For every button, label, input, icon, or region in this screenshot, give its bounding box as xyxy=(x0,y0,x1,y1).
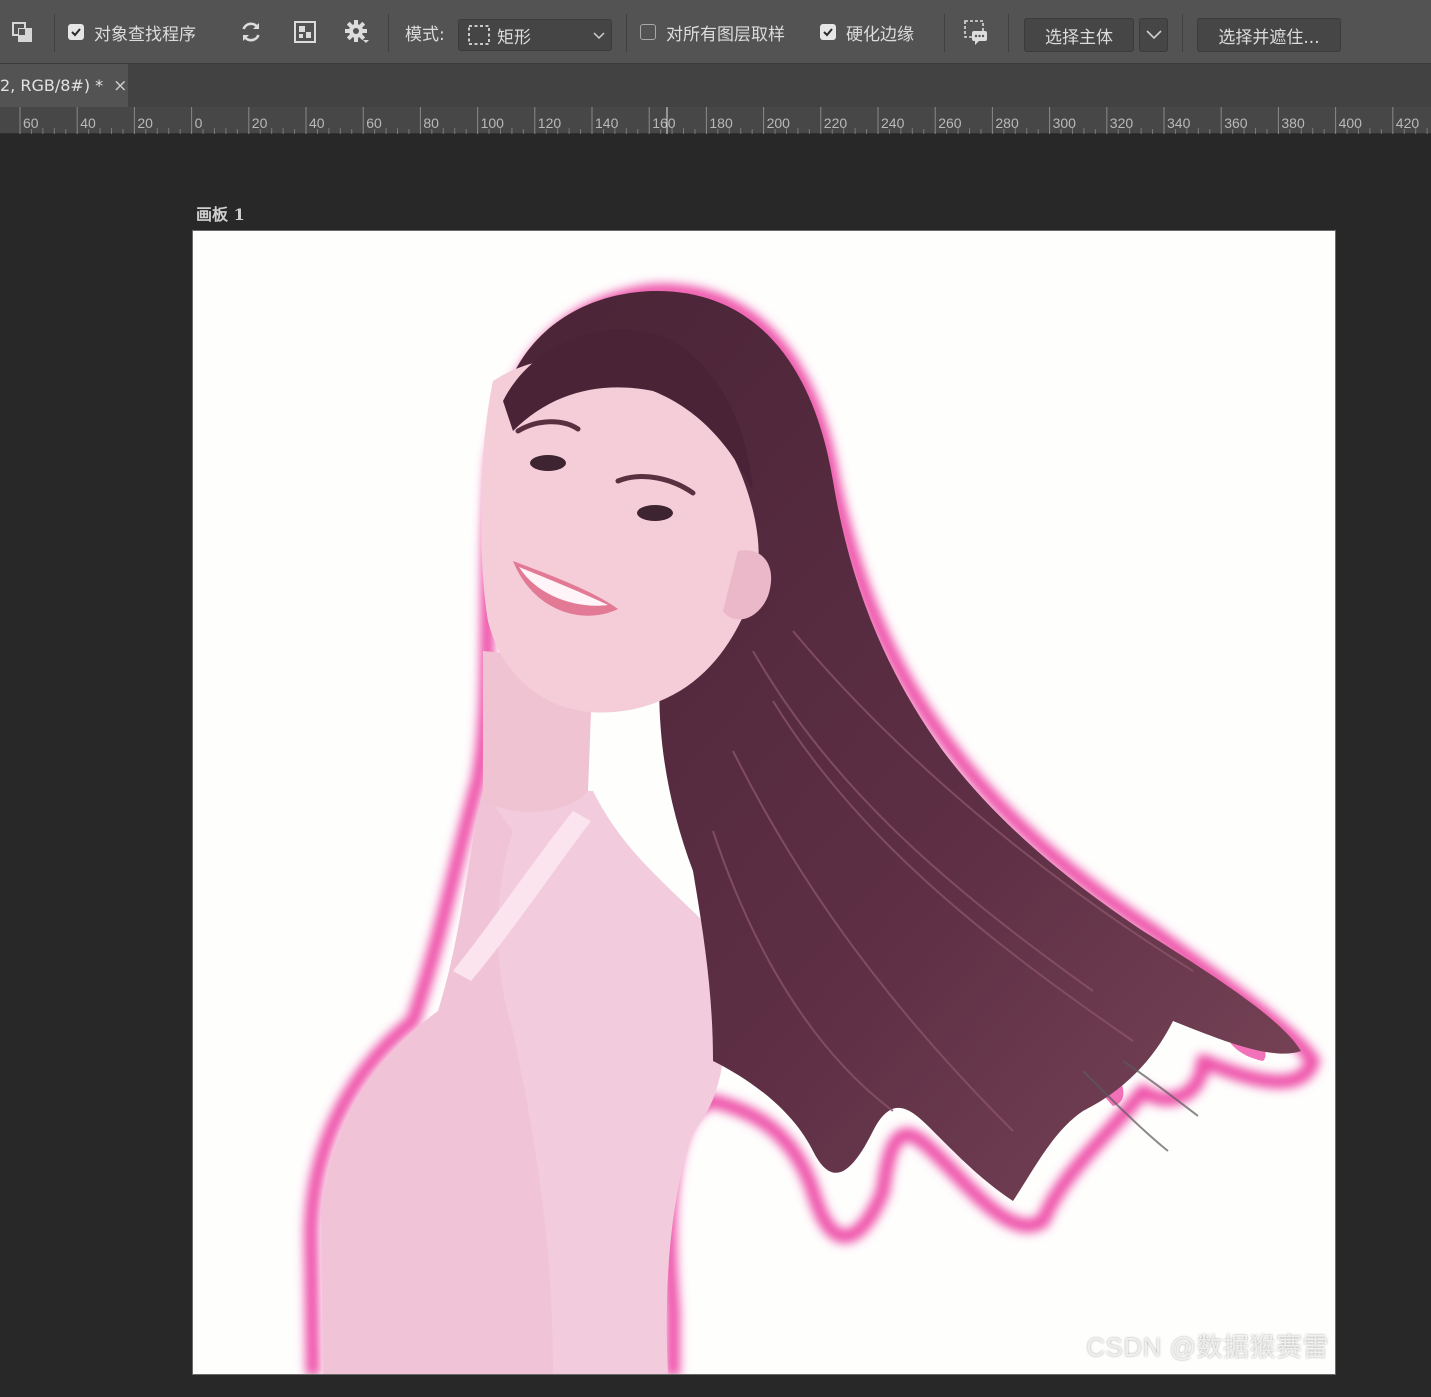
sample-all-layers-label: 对所有图层取样 xyxy=(666,24,785,45)
object-finder-toggle[interactable]: 对象查找程序 xyxy=(68,0,196,64)
ruler-label: 80 xyxy=(423,115,439,131)
gear-icon[interactable] xyxy=(341,16,373,48)
close-icon[interactable]: × xyxy=(113,76,127,96)
ruler-label: 40 xyxy=(80,115,96,131)
object-finder-label: 对象查找程序 xyxy=(94,24,196,45)
ruler-label: 20 xyxy=(137,115,153,131)
mode-select[interactable]: 矩形 xyxy=(458,19,612,51)
artboard-canvas[interactable]: CSDN @数据猴赛雷 xyxy=(192,230,1336,1375)
select-and-mask-label: 选择并遮住... xyxy=(1218,27,1320,48)
ruler-label: 60 xyxy=(23,115,39,131)
select-subject-button[interactable]: 选择主体 xyxy=(1024,18,1134,52)
select-subject-dropdown[interactable] xyxy=(1139,18,1168,52)
hard-edge-checkbox[interactable] xyxy=(820,24,836,40)
selection-mode-icon[interactable] xyxy=(6,16,38,48)
sample-all-layers-checkbox[interactable] xyxy=(640,24,656,40)
document-tab-title: 2, RGB/8#) * xyxy=(0,76,104,95)
portrait-with-quick-mask xyxy=(304,283,1320,1374)
selection-feedback-icon[interactable] xyxy=(960,16,992,48)
artboard-label[interactable]: 画板 1 xyxy=(196,201,245,225)
select-and-mask-button[interactable]: 选择并遮住... xyxy=(1197,18,1341,52)
horizontal-ruler[interactable]: 60 40 20 0 20 40 60 80 100 120 140 160 180 200 220 240 2… xyxy=(0,107,1431,134)
options-bar: 对象查找程序 模式: 矩形 对所有图层取样 硬化边缘 选择主体 选择并遮住... xyxy=(0,0,1431,64)
chevron-down-icon xyxy=(593,32,605,40)
mode-label-group: 模式: xyxy=(405,0,445,64)
show-all-objects-icon[interactable] xyxy=(289,16,321,48)
ruler-label: 60 xyxy=(366,115,382,131)
refresh-icon[interactable] xyxy=(235,16,267,48)
rectangle-marquee-icon xyxy=(468,25,490,45)
watermark-text: CSDN @数据猴赛雷 xyxy=(1086,1332,1329,1362)
ruler-ticks: 60 40 20 0 20 40 60 80 100 120 140 160 180 200 220 240 2… xyxy=(19,107,1428,134)
hard-edge-toggle[interactable]: 硬化边缘 xyxy=(820,0,914,64)
sample-all-layers-toggle[interactable]: 对所有图层取样 xyxy=(640,0,785,64)
document-tab-bar: 2, RGB/8#) * × xyxy=(0,64,1431,107)
hard-edge-label: 硬化边缘 xyxy=(846,24,914,45)
ruler-label: 40 xyxy=(309,115,325,131)
document-tab[interactable]: 2, RGB/8#) * × xyxy=(0,64,128,107)
ruler-label: 20 xyxy=(252,115,268,131)
chevron-down-icon xyxy=(1145,30,1162,40)
object-finder-checkbox[interactable] xyxy=(68,24,84,40)
mode-value: 矩形 xyxy=(497,27,531,48)
select-subject-label: 选择主体 xyxy=(1045,27,1113,48)
mode-label: 模式: xyxy=(405,24,445,45)
ruler-label: 0 xyxy=(195,115,203,131)
